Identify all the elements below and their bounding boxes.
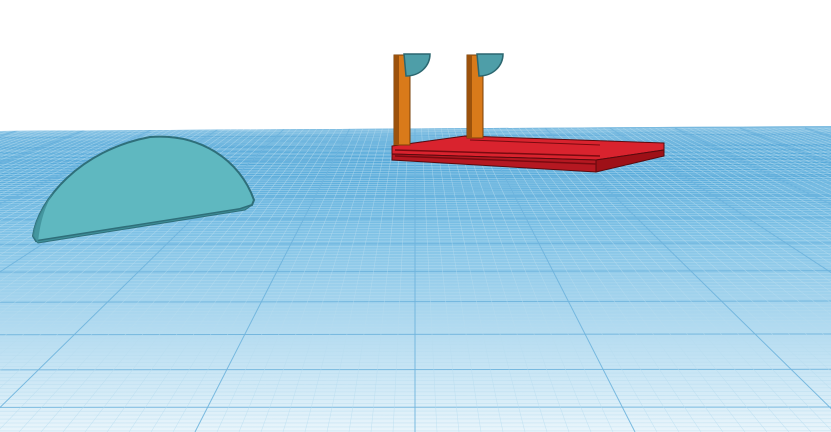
3d-viewport[interactable] bbox=[0, 0, 831, 432]
workplane-scene[interactable] bbox=[0, 0, 831, 432]
post-right-cap bbox=[476, 53, 504, 77]
post-right[interactable] bbox=[466, 53, 504, 139]
post-left-cap bbox=[403, 53, 431, 77]
